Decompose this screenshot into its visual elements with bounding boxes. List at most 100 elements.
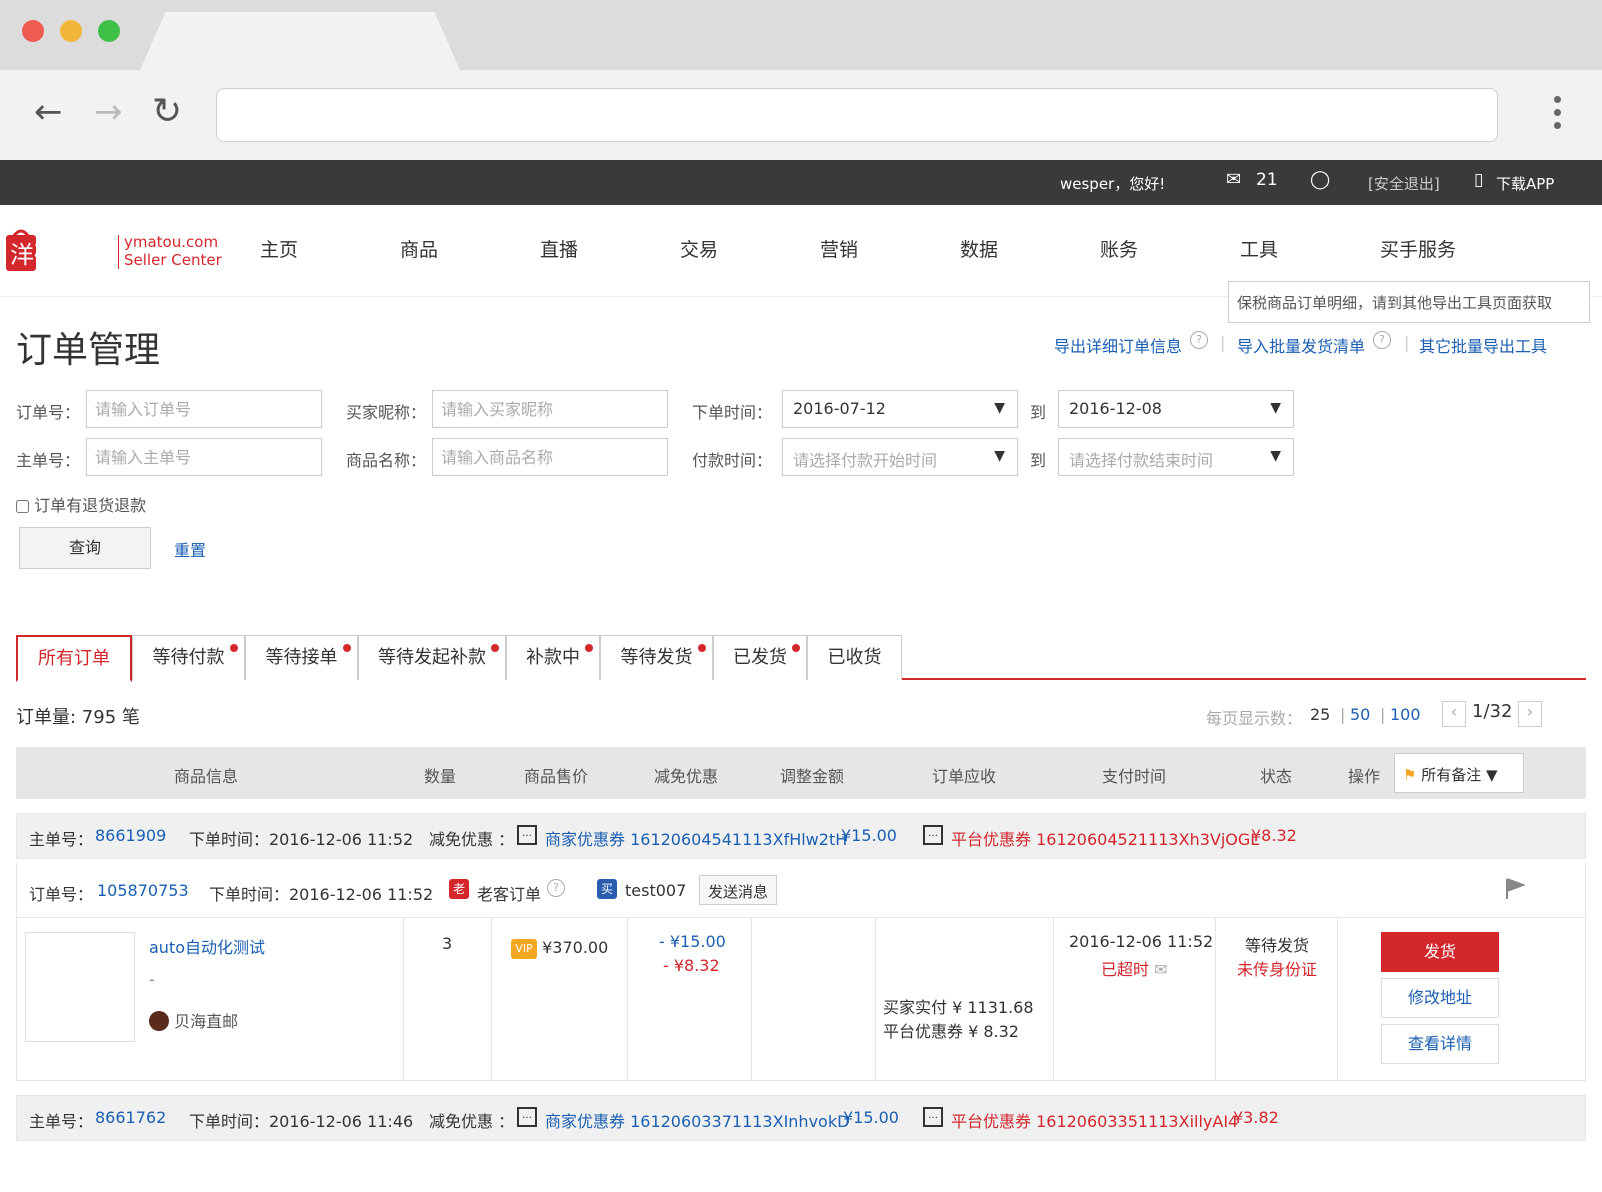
to-label: 到: [1030, 451, 1047, 470]
nav-item[interactable]: 营销: [820, 235, 858, 262]
send-message-button[interactable]: 发送消息: [699, 875, 778, 905]
nav-item[interactable]: 商品: [400, 235, 438, 262]
order-time-label: 下单时间：: [692, 403, 773, 422]
notification-dot: [491, 644, 499, 652]
import-shipping-link[interactable]: 导入批量发货清单: [1237, 333, 1365, 357]
query-button[interactable]: 查询: [19, 527, 151, 569]
per-page-50[interactable]: 50: [1350, 705, 1370, 724]
th-qty: 数量: [424, 767, 457, 786]
logo-bag-icon[interactable]: 洋码头: [4, 225, 112, 277]
merchant-coupon[interactable]: 商家优惠券 16120604541113XfHlw2tH: [545, 826, 847, 850]
order-status: 等待发货: [1245, 936, 1310, 955]
ship-button[interactable]: 发货: [1381, 932, 1499, 972]
tab-all-orders[interactable]: 所有订单: [16, 635, 132, 682]
greeting: wesper，您好!: [1060, 175, 1166, 193]
tab-awaiting-payment[interactable]: 等待付款: [132, 635, 245, 680]
logo-site: ymatou.com: [124, 233, 219, 251]
export-tooltip: 保税商品订单明细，请到其他导出工具页面获取: [1228, 281, 1590, 323]
old-customer-badge: 老: [449, 879, 469, 899]
pay-time-to-select[interactable]: 请选择付款结束时间 ▼: [1058, 438, 1294, 476]
product-name-link[interactable]: auto自动化测试: [149, 934, 265, 958]
order-time-to-select[interactable]: 2016-12-08 ▼: [1058, 390, 1294, 428]
mail-icon[interactable]: ✉: [1226, 169, 1241, 190]
column-divider: [875, 918, 876, 1082]
main-no-label: 主单号：: [29, 830, 94, 849]
nav-item[interactable]: 直播: [540, 235, 578, 262]
help-icon[interactable]: ?: [547, 879, 565, 897]
other-export-link[interactable]: 其它批量导出工具: [1419, 333, 1547, 357]
forward-arrow-icon[interactable]: →: [94, 92, 123, 132]
address-bar[interactable]: [216, 88, 1498, 142]
phone-icon[interactable]: ▯: [1474, 170, 1483, 190]
th-product: 商品信息: [174, 767, 239, 786]
main-no-label: 主单号：: [29, 1112, 94, 1131]
next-page-icon[interactable]: ›: [1518, 701, 1542, 727]
tab-awaiting-shipment[interactable]: 等待发货: [600, 635, 713, 680]
download-app-link[interactable]: 下载APP: [1496, 173, 1554, 194]
maximize-window-button[interactable]: [98, 20, 120, 42]
tab-label: 等待发货: [620, 647, 693, 668]
tab-received[interactable]: 已收货: [807, 635, 902, 680]
nav-item[interactable]: 交易: [680, 235, 718, 262]
order-time-from-select[interactable]: 2016-07-12 ▼: [782, 390, 1018, 428]
nav-item[interactable]: 账务: [1100, 235, 1138, 262]
platform-coupon: 平台优惠券 16120604521113Xh3VjOGL: [951, 830, 1260, 849]
chat-icon[interactable]: ◯: [1310, 169, 1330, 190]
pay-time-from-select[interactable]: 请选择付款开始时间 ▼: [782, 438, 1018, 476]
main-no-link[interactable]: 8661909: [95, 826, 166, 845]
pay-time-to-placeholder: 请选择付款结束时间: [1069, 451, 1214, 470]
per-page-100[interactable]: 100: [1390, 705, 1421, 724]
main-no-link[interactable]: 8661762: [95, 1108, 166, 1127]
main-no-input[interactable]: [86, 438, 322, 476]
flag-icon[interactable]: [1505, 877, 1525, 901]
nav-item[interactable]: 主页: [260, 235, 298, 262]
tab-supplementing[interactable]: 补款中: [506, 635, 600, 680]
back-arrow-icon[interactable]: ←: [34, 92, 63, 132]
main-no-label: 主单号：: [16, 451, 81, 470]
nav-item[interactable]: 工具: [1240, 235, 1278, 262]
refund-checkbox-row[interactable]: 订单有退货退款: [16, 492, 146, 516]
product-input[interactable]: [432, 438, 668, 476]
tab-label: 等待付款: [152, 647, 225, 668]
export-detail-link[interactable]: 导出详细订单信息: [1054, 333, 1182, 357]
remark-filter-dropdown[interactable]: ⚑ 所有备注 ▼: [1394, 753, 1524, 793]
dropdown-arrow-icon: ▼: [994, 448, 1005, 464]
browser-tab[interactable]: [140, 12, 460, 70]
buyer-input[interactable]: [432, 390, 668, 428]
logout-link[interactable]: [安全退出]: [1368, 173, 1440, 194]
tab-label: 等待发起补款: [378, 647, 486, 668]
refund-checkbox[interactable]: [16, 500, 29, 513]
logistics-label: 贝海直邮: [174, 1012, 239, 1031]
view-detail-button[interactable]: 查看详情: [1381, 1024, 1499, 1064]
nav-item[interactable]: 数据: [960, 235, 998, 262]
coupon-icon: …: [923, 825, 943, 845]
tab-shipped[interactable]: 已发货: [713, 635, 807, 680]
browser-menu-icon[interactable]: [1554, 96, 1562, 135]
product-label: 商品名称：: [346, 451, 427, 470]
tab-awaiting-supplement[interactable]: 等待发起补款: [358, 635, 506, 680]
content-area: 订单管理 保税商品订单明细，请到其他导出工具页面获取 导出详细订单信息 ? | …: [0, 281, 1602, 1192]
prev-page-icon[interactable]: ‹: [1442, 701, 1466, 727]
product-thumbnail[interactable]: [25, 932, 135, 1042]
mail-count[interactable]: 21: [1256, 170, 1278, 190]
minimize-window-button[interactable]: [60, 20, 82, 42]
page-indicator: 1/32: [1472, 701, 1513, 722]
tab-awaiting-accept[interactable]: 等待接单: [245, 635, 358, 680]
order-item-row: auto自动化测试 - 贝海直邮 3 VIP ¥370.00 - ¥15.00 …: [16, 917, 1586, 1082]
th-status: 状态: [1260, 767, 1293, 786]
merchant-coupon[interactable]: 商家优惠券 16120603371113XInhvokD: [545, 1108, 849, 1132]
help-icon[interactable]: ?: [1373, 331, 1391, 349]
reset-link[interactable]: 重置: [174, 537, 206, 561]
remark-filter-value: 所有备注: [1421, 766, 1482, 784]
close-window-button[interactable]: [22, 20, 44, 42]
help-icon[interactable]: ?: [1190, 331, 1208, 349]
logo-text-cn: 洋码头: [10, 241, 82, 269]
edit-address-button[interactable]: 修改地址: [1381, 978, 1499, 1018]
coupon-icon: …: [517, 1107, 537, 1127]
reload-icon[interactable]: ↻: [152, 92, 182, 132]
page-title: 订单管理: [16, 330, 161, 371]
per-page-25[interactable]: 25: [1310, 705, 1330, 724]
order-no-link[interactable]: 105870753: [97, 881, 189, 900]
nav-item[interactable]: 买手服务: [1380, 235, 1456, 262]
order-no-input[interactable]: [86, 390, 322, 428]
